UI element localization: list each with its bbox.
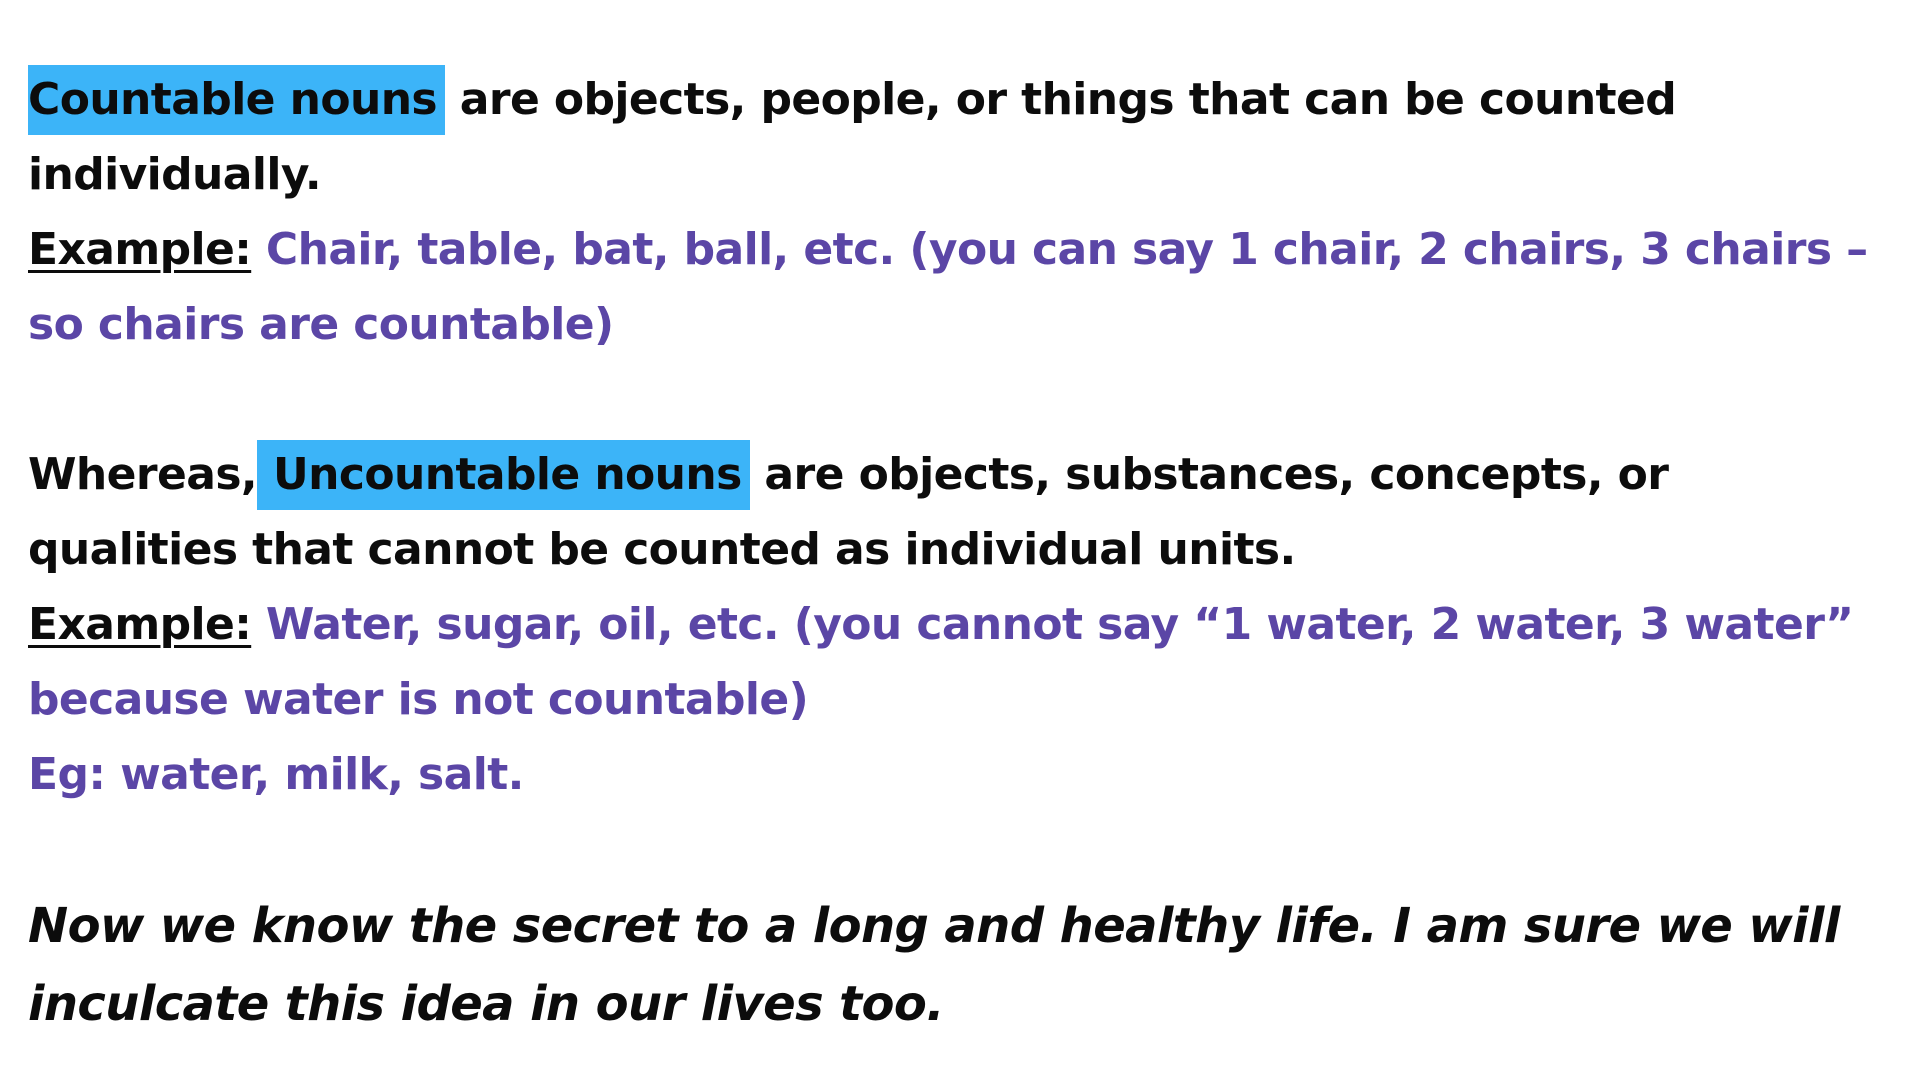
countable-nouns-highlight: Countable nouns (28, 65, 446, 135)
uncountable-eg-line: Eg: water, milk, salt. (28, 749, 524, 800)
countable-example-label: Example: (28, 224, 252, 275)
uncountable-example: Example: Water, sugar, oil, etc. (you ca… (28, 587, 1892, 737)
countable-example: Example: Chair, table, bat, ball, etc. (… (28, 212, 1892, 362)
countable-example-text: Chair, table, bat, ball, etc. (you can s… (28, 224, 1868, 350)
uncountable-definition: Whereas, Uncountable nouns are objects, s… (28, 437, 1892, 587)
uncountable-lead: Whereas, (28, 449, 258, 500)
document-page: Countable nouns are objects, people, or … (0, 0, 1920, 1080)
closing-statement: Now we know the secret to a long and hea… (28, 898, 1840, 1032)
uncountable-example-text: Water, sugar, oil, etc. (you cannot say … (28, 599, 1854, 725)
countable-definition: Countable nouns are objects, people, or … (28, 62, 1892, 212)
uncountable-nouns-highlight: Uncountable nouns (257, 440, 750, 510)
uncountable-example-label: Example: (28, 599, 252, 650)
